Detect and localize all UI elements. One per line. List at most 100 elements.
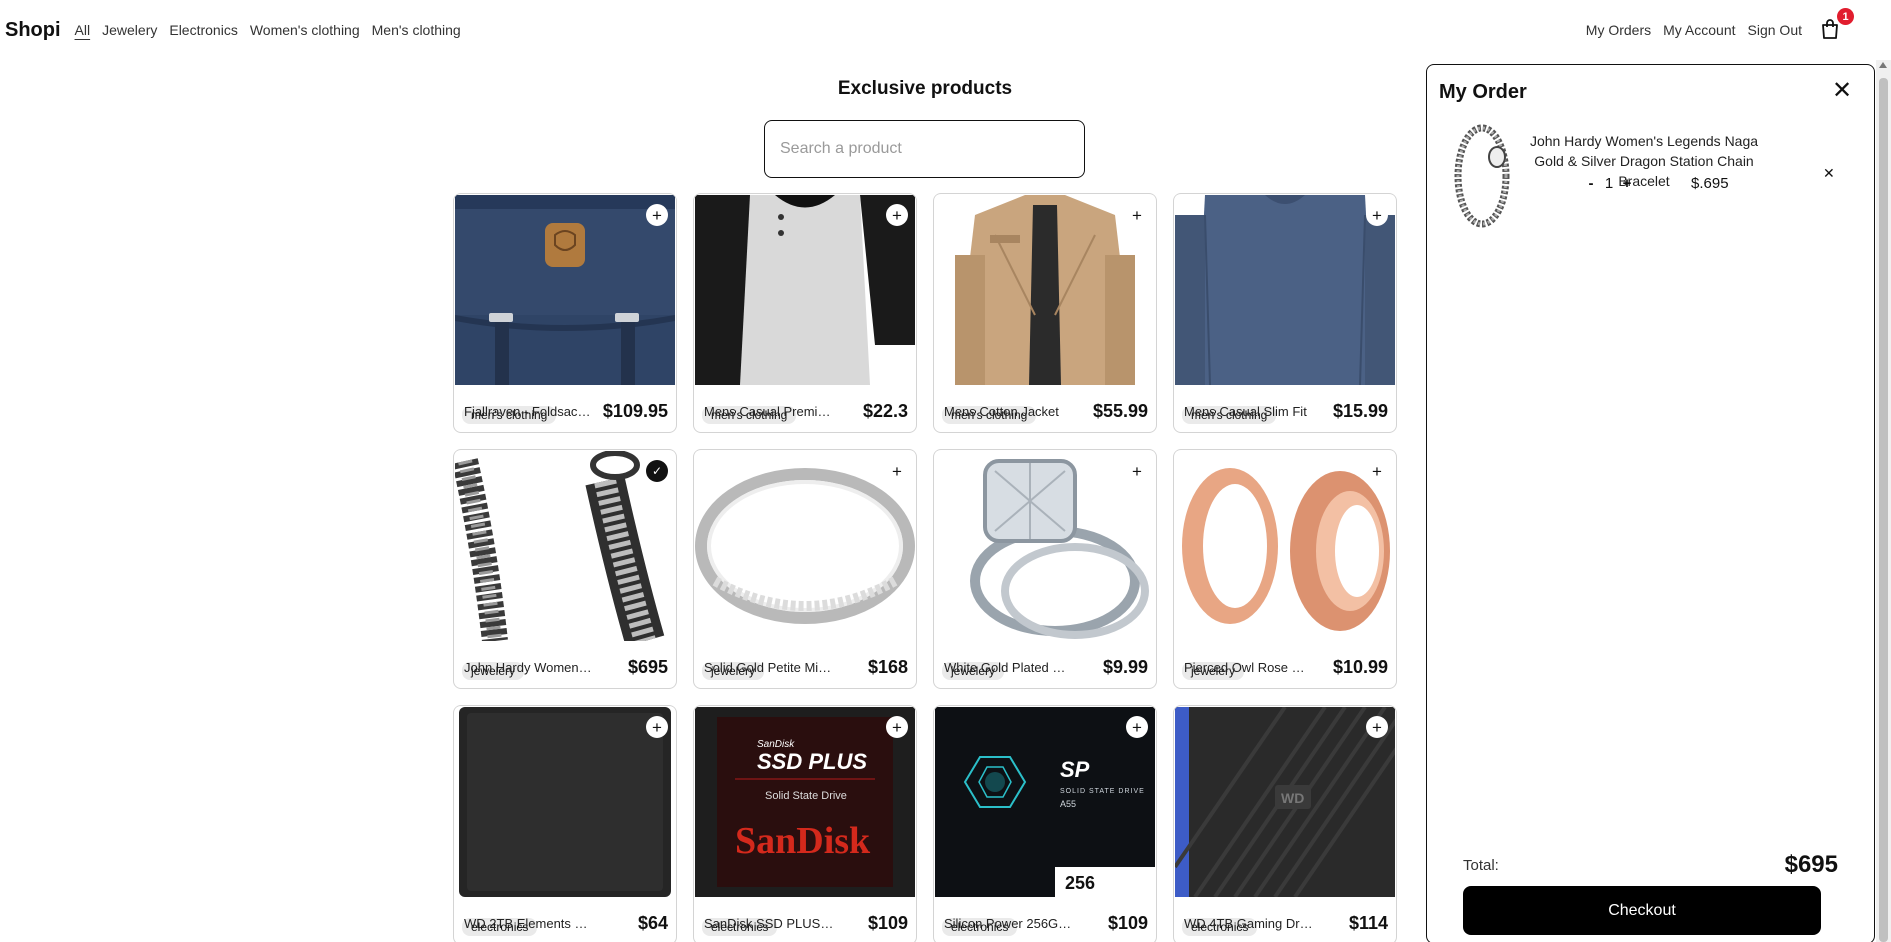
bracelet-image [455,451,675,641]
close-panel-icon[interactable]: ✕ [1830,79,1854,103]
product-name: Mens Casual Slim Fit [1184,403,1307,419]
product-info: Silicon Power 256GB SSD 3D NAND $109 [934,901,1156,942]
product-name: WD 4TB Gaming Drive Works with Playstati… [1184,915,1314,931]
in-cart-check-icon[interactable]: ✓ [646,460,668,482]
add-to-cart-plus-icon[interactable]: + [1366,204,1388,226]
product-price: $109 [867,912,908,933]
nav-category-all[interactable]: All [75,22,91,38]
add-to-cart-plus-icon[interactable]: + [886,460,908,482]
nav-category-womens-clothing[interactable]: Women's clothing [250,22,360,38]
product-name: Mens Casual Premium Slim Fit T-Shirts [704,403,834,419]
nav-category-mens-clothing[interactable]: Men's clothing [372,22,461,38]
scroll-up-arrow-icon[interactable] [1879,62,1887,68]
top-navbar: Shopi All Jewelery Electronics Women's c… [0,0,1891,60]
nav-category-jewelery[interactable]: Jewelery [102,22,157,38]
brand-logo[interactable]: Shopi [5,19,61,42]
quantity-value: 1 [1604,175,1614,192]
product-card[interactable]: men's clothing + Fjallraven - Foldsack N… [453,193,677,433]
quantity-stepper: - 1 + [1583,175,1635,192]
add-to-cart-plus-icon[interactable]: + [1126,460,1148,482]
sp-logo: SP [1060,757,1090,782]
my-account-link[interactable]: My Account [1663,22,1735,38]
cart-count-badge: 1 [1837,8,1854,25]
total-label: Total: [1463,856,1499,874]
product-card[interactable]: electronics + WD 2TB Elements Portable E… [453,705,677,942]
product-price: $55.99 [1092,400,1148,421]
product-name: Silicon Power 256GB SSD 3D NAND [944,915,1074,931]
rose-gold-plugs-image [1175,451,1395,641]
product-card[interactable]: jewelery ✓ John Hardy Women's Legends Na… [453,449,677,689]
product-info: John Hardy Women's Legends Naga Gold & S… [454,645,676,688]
product-info: White Gold Plated Princess $9.99 [934,645,1156,688]
add-to-cart-plus-icon[interactable]: + [1126,204,1148,226]
bracelet-thumbnail-image [1454,124,1510,228]
product-price: $64 [637,912,668,933]
nav-category-electronics[interactable]: Electronics [169,22,237,38]
product-image [455,195,675,385]
remove-item-icon[interactable]: ✕ [1823,165,1835,182]
panel-title: My Order [1439,81,1527,103]
hard-drive-image [455,707,675,897]
product-image [935,195,1155,385]
sign-out-link[interactable]: Sign Out [1748,22,1802,38]
add-to-cart-plus-icon[interactable]: + [1366,460,1388,482]
product-name: Pierced Owl Rose Gold Plated Stainless S… [1184,659,1314,675]
product-price: $109 [1107,912,1148,933]
longsleeve-image [1175,195,1395,385]
product-card[interactable]: WD electronics + WD 4TB Gaming Drive Wor… [1173,705,1397,942]
product-info: Mens Casual Slim Fit $15.99 [1174,389,1396,432]
product-name: Mens Cotton Jacket [944,403,1059,419]
add-to-cart-plus-icon[interactable]: + [1126,716,1148,738]
my-orders-link[interactable]: My Orders [1586,22,1651,38]
add-to-cart-plus-icon[interactable]: + [886,716,908,738]
sp-capacity: 256 [1065,873,1095,893]
product-price: $9.99 [1102,656,1148,677]
product-price: $22.3 [862,400,908,421]
sp-model: A55 [1060,799,1076,809]
nav-right: My Orders My Account Sign Out 1 [1586,8,1886,43]
scrollbar-thumb[interactable] [1879,78,1888,942]
shopping-bag-button[interactable]: 1 [1818,8,1854,43]
sp-line1: SOLID STATE DRIVE [1060,788,1145,795]
product-card[interactable]: men's clothing + Mens Casual Slim Fit $1… [1173,193,1397,433]
product-price: $168 [867,656,908,677]
product-info: Mens Casual Premium Slim Fit T-Shirts $2… [694,389,916,432]
page-title: Exclusive products [837,78,1013,99]
jacket-image [935,195,1155,385]
order-item-price: $.695 [1691,175,1729,192]
search-input[interactable] [764,120,1085,178]
product-image [695,195,915,385]
wd-logo: WD [1281,790,1304,806]
checkout-button[interactable]: Checkout [1463,886,1821,935]
page-scrollbar[interactable] [1876,60,1891,942]
product-info: Mens Cotton Jacket $55.99 [934,389,1156,432]
add-to-cart-plus-icon[interactable]: + [646,716,668,738]
product-card[interactable]: men's clothing + Mens Cotton Jacket $55.… [933,193,1157,433]
product-info: SanDisk SSD PLUS 1TB Internal SSD $109 [694,901,916,942]
product-grid: men's clothing + Fjallraven - Foldsack N… [453,193,1398,942]
product-name: Fjallraven - Foldsack No. 1 Backpack [464,403,594,419]
product-card[interactable]: jewelery + Solid Gold Petite Micropave $… [693,449,917,689]
product-card[interactable]: SP SOLID STATE DRIVE A55 256 electronics… [933,705,1157,942]
order-total-row: Total: $695 [1463,851,1838,879]
increase-quantity-button[interactable]: + [1619,175,1635,192]
product-price: $114 [1348,912,1388,933]
product-price: $15.99 [1332,400,1388,421]
decrease-quantity-button[interactable]: - [1583,175,1599,192]
product-name: Solid Gold Petite Micropave [704,659,834,675]
product-image: WD [1175,707,1395,897]
product-image [935,451,1155,641]
add-to-cart-plus-icon[interactable]: + [646,204,668,226]
add-to-cart-plus-icon[interactable]: + [886,204,908,226]
backpack-image [455,195,675,385]
add-to-cart-plus-icon[interactable]: + [1366,716,1388,738]
product-info: Fjallraven - Foldsack No. 1 Backpack $10… [454,389,676,432]
product-card[interactable]: jewelery + Pierced Owl Rose Gold Plated … [1173,449,1397,689]
product-card[interactable]: men's clothing + Mens Casual Premium Sli… [693,193,917,433]
my-order-panel: My Order ✕ John Hardy Women's Legends Na… [1426,64,1875,942]
product-image: SanDisk SSD PLUS Solid State Drive SanDi… [695,707,915,897]
product-card[interactable]: jewelery + White Gold Plated Princess $9… [933,449,1157,689]
product-image [1175,451,1395,641]
sandisk-logo: SanDisk [735,820,871,862]
product-card[interactable]: SanDisk SSD PLUS Solid State Drive SanDi… [693,705,917,942]
